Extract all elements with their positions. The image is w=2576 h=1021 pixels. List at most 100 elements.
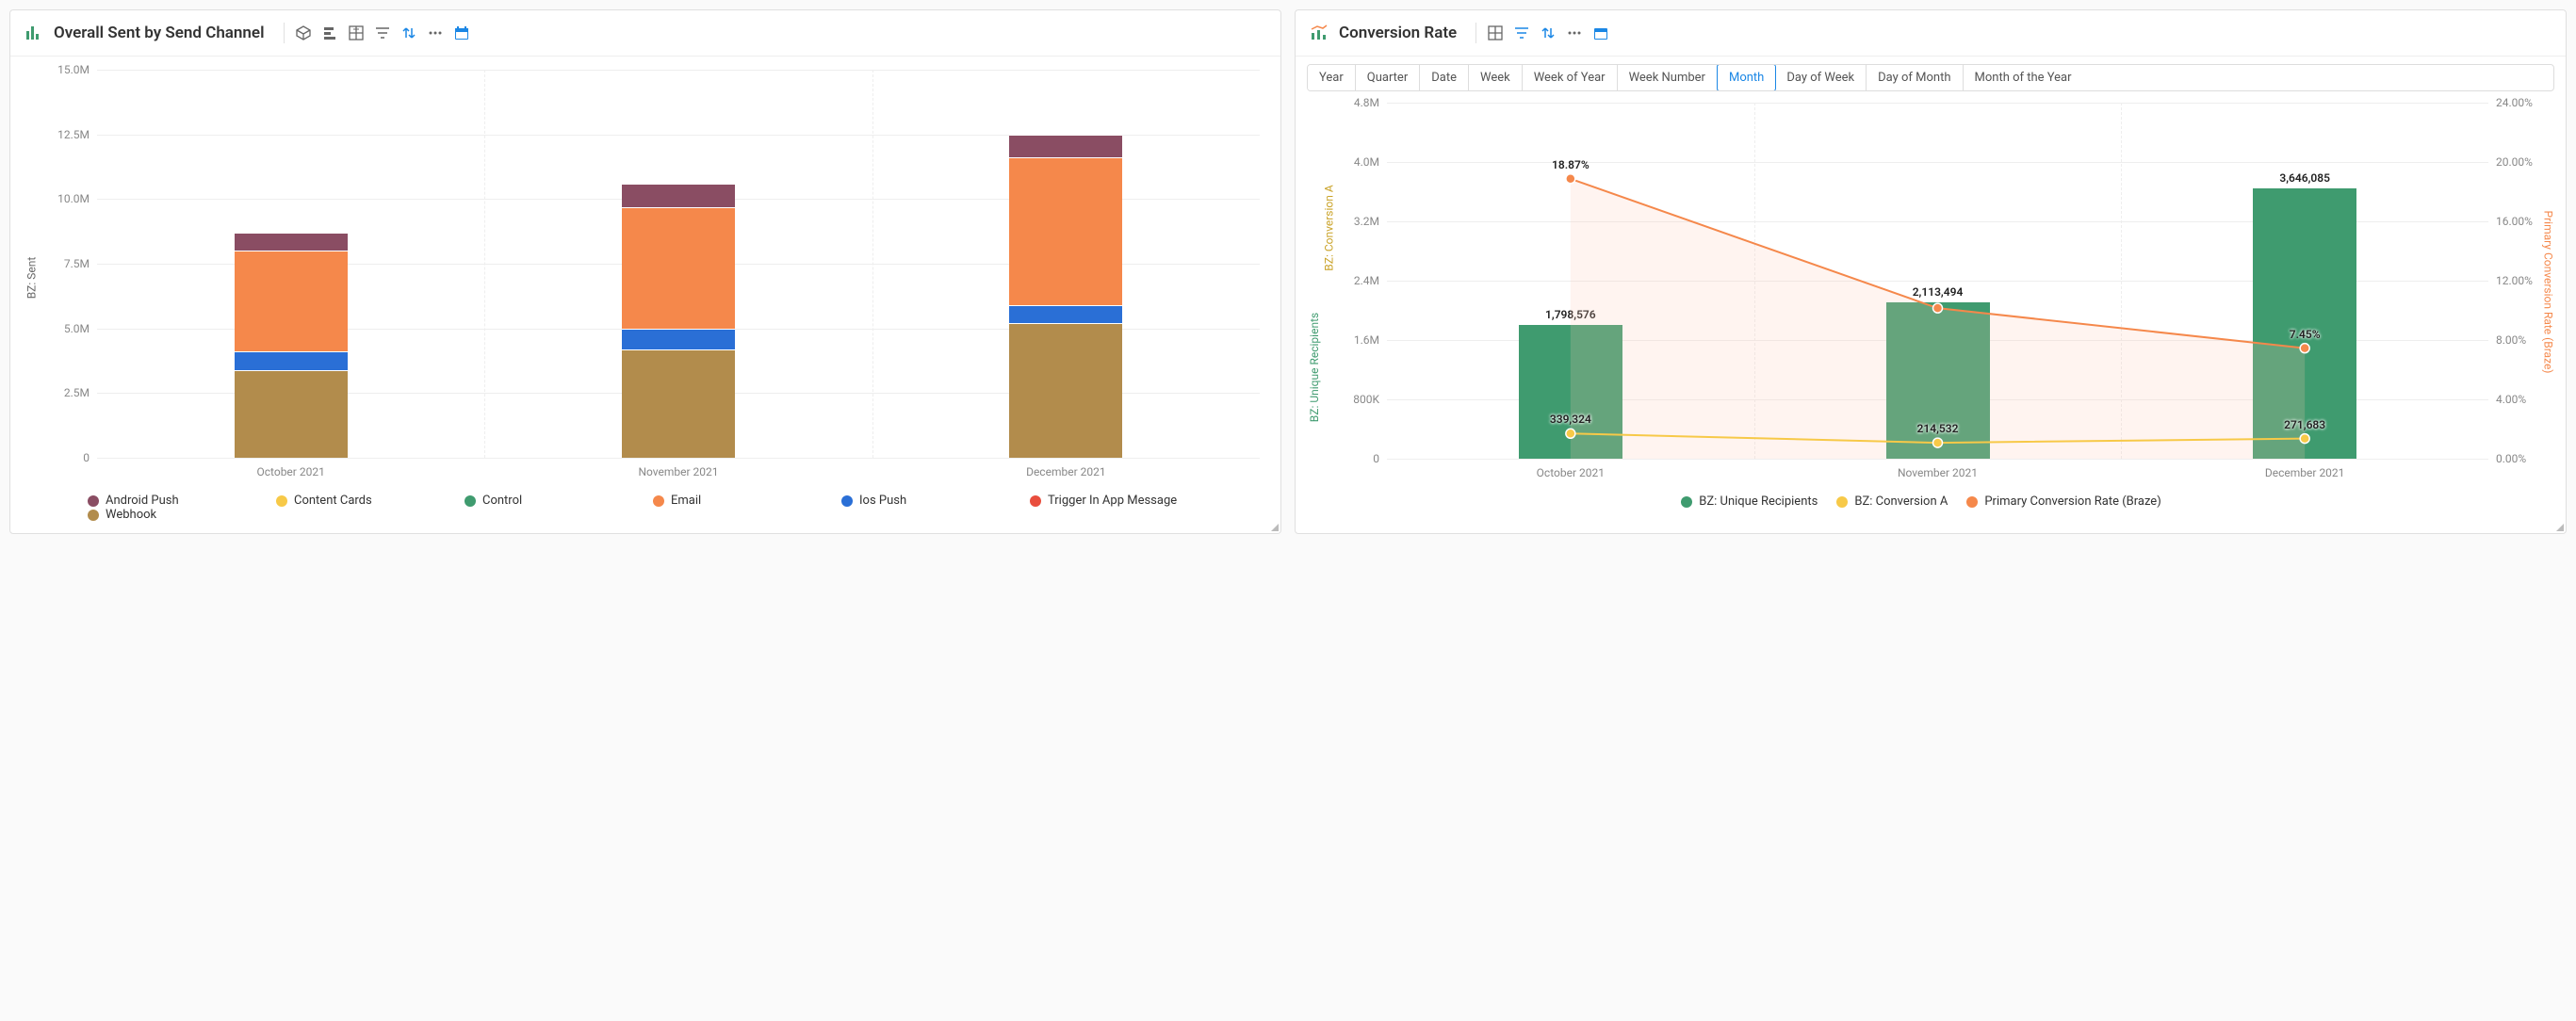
legend-swatch bbox=[88, 495, 99, 507]
y-tick-right: 4.00% bbox=[2496, 393, 2526, 406]
legend-swatch bbox=[1836, 496, 1848, 508]
resize-handle[interactable] bbox=[2556, 524, 2564, 531]
legend-item[interactable]: BZ: Unique Recipients bbox=[1681, 494, 1818, 509]
panel-conversion-rate: Conversion Rate YearQuarterDateWeekWeek … bbox=[1295, 9, 2567, 534]
x-tick: October 2021 bbox=[1537, 466, 1605, 479]
cube-icon[interactable] bbox=[290, 20, 317, 46]
bar-segment bbox=[622, 329, 735, 349]
sort-icon[interactable] bbox=[1535, 20, 1561, 46]
panel-toolbar bbox=[1470, 20, 1614, 46]
line-overlay bbox=[1387, 103, 2488, 459]
legend-item[interactable]: Android Push bbox=[88, 494, 257, 508]
y-tick: 2.5M bbox=[42, 386, 90, 399]
y-tick-right: 20.00% bbox=[2496, 155, 2533, 169]
y-tick-left: 1.6M bbox=[1332, 333, 1379, 347]
legend-label: BZ: Conversion A bbox=[1854, 494, 1948, 509]
time-grain-date[interactable]: Date bbox=[1420, 65, 1469, 90]
legend-swatch bbox=[465, 495, 476, 507]
time-grain-day-of-week[interactable]: Day of Week bbox=[1775, 65, 1867, 90]
tile-icon[interactable] bbox=[1482, 20, 1508, 46]
hbar-icon[interactable] bbox=[317, 20, 343, 46]
panel-body: YearQuarterDateWeekWeek of YearWeek Numb… bbox=[1296, 57, 2566, 520]
legend-label: Android Push bbox=[106, 494, 179, 508]
y-tick-right: 12.00% bbox=[2496, 274, 2533, 287]
legend-label: Content Cards bbox=[294, 494, 372, 508]
time-grain-week[interactable]: Week bbox=[1469, 65, 1523, 90]
legend-swatch bbox=[1030, 495, 1041, 507]
time-grain-week-of-year[interactable]: Week of Year bbox=[1523, 65, 1618, 90]
bar-segment bbox=[235, 251, 348, 351]
panel-title: Conversion Rate bbox=[1339, 24, 1457, 42]
y-tick: 5.0M bbox=[42, 322, 90, 335]
combo-chart-icon bbox=[1309, 23, 1329, 43]
more-icon[interactable] bbox=[1561, 20, 1588, 46]
rate-label: 7.45% bbox=[2290, 328, 2321, 341]
bar-segment bbox=[622, 207, 735, 329]
filter-icon[interactable] bbox=[369, 20, 396, 46]
x-tick: November 2021 bbox=[638, 465, 718, 478]
legend-item[interactable]: Trigger In App Message bbox=[1030, 494, 1199, 508]
y-tick-right: 0.00% bbox=[2496, 452, 2526, 465]
calendar-icon[interactable] bbox=[448, 20, 475, 46]
legend-item[interactable]: Webhook bbox=[88, 508, 257, 522]
toolbar-divider bbox=[284, 23, 285, 43]
legend-label: BZ: Unique Recipients bbox=[1699, 494, 1818, 509]
legend-item[interactable]: Email bbox=[653, 494, 823, 508]
y-tick: 10.0M bbox=[42, 192, 90, 205]
legend-item[interactable]: Content Cards bbox=[276, 494, 446, 508]
time-grain-month[interactable]: Month bbox=[1717, 64, 1776, 91]
bar-segment bbox=[1009, 305, 1122, 323]
y-tick: 12.5M bbox=[42, 128, 90, 141]
time-grain-week-number[interactable]: Week Number bbox=[1618, 65, 1718, 90]
y-tick-left: 0 bbox=[1332, 452, 1379, 465]
time-grain-year[interactable]: Year bbox=[1308, 65, 1356, 90]
more-icon[interactable] bbox=[422, 20, 448, 46]
time-grain-day-of-month[interactable]: Day of Month bbox=[1867, 65, 1963, 90]
y-axis-label-left-b: BZ: Conversion A bbox=[1323, 185, 1336, 270]
legend-label: Email bbox=[671, 494, 701, 508]
conv-label: 271,683 bbox=[2284, 418, 2325, 431]
legend-item[interactable]: Control bbox=[465, 494, 634, 508]
legend-label: Webhook bbox=[106, 508, 156, 522]
conv-label: 214,532 bbox=[1917, 422, 1959, 435]
chart-legend: Android Push Content Cards Control Email Ios… bbox=[22, 494, 1269, 522]
chart-legend: BZ: Unique Recipients BZ: Conversion A Pri… bbox=[1307, 494, 2554, 509]
resize-handle[interactable] bbox=[1271, 524, 1279, 531]
y-axis-label-left-a: BZ: Unique Recipients bbox=[1308, 313, 1321, 422]
chart-area: BZ: Unique Recipients BZ: Conversion A P… bbox=[1307, 97, 2554, 487]
y-tick-right: 24.00% bbox=[2496, 96, 2533, 109]
plot-region: 0800K1.6M2.4M3.2M4.0M4.8M0.00%4.00%8.00%… bbox=[1387, 103, 2488, 459]
conv-label: 339,324 bbox=[1550, 413, 1591, 426]
panel-body: BZ: Sent 02.5M5.0M7.5M10.0M12.5M15.0MOct… bbox=[10, 57, 1280, 533]
legend-item[interactable]: Ios Push bbox=[841, 494, 1011, 508]
y-tick-right: 16.00% bbox=[2496, 215, 2533, 228]
legend-label: Control bbox=[482, 494, 522, 508]
time-grain-selector: YearQuarterDateWeekWeek of YearWeek Numb… bbox=[1307, 64, 2554, 91]
time-grain-month-of-the-year[interactable]: Month of the Year bbox=[1964, 65, 2083, 90]
y-tick-left: 3.2M bbox=[1332, 215, 1379, 228]
x-tick: October 2021 bbox=[257, 465, 325, 478]
tile-icon[interactable] bbox=[343, 20, 369, 46]
x-tick: December 2021 bbox=[1026, 465, 1106, 478]
y-tick-left: 800K bbox=[1332, 393, 1379, 406]
chart-area: BZ: Sent 02.5M5.0M7.5M10.0M12.5M15.0MOct… bbox=[22, 64, 1269, 486]
panel-toolbar bbox=[278, 20, 475, 46]
filter-icon[interactable] bbox=[1508, 20, 1535, 46]
legend-swatch bbox=[88, 510, 99, 521]
sort-icon[interactable] bbox=[396, 20, 422, 46]
bar-segment bbox=[1009, 157, 1122, 305]
panel-header: Conversion Rate bbox=[1296, 10, 2566, 57]
legend-item[interactable]: BZ: Conversion A bbox=[1836, 494, 1948, 509]
legend-item[interactable]: Primary Conversion Rate (Braze) bbox=[1966, 494, 2160, 509]
y-axis-label: BZ: Sent bbox=[24, 257, 38, 300]
y-tick-left: 4.8M bbox=[1332, 96, 1379, 109]
y-tick: 7.5M bbox=[42, 257, 90, 270]
panel-overall-sent: Overall Sent by Send Channel BZ: Sent 02… bbox=[9, 9, 1281, 534]
y-tick-left: 2.4M bbox=[1332, 274, 1379, 287]
x-tick: November 2021 bbox=[1898, 466, 1978, 479]
time-grain-quarter[interactable]: Quarter bbox=[1356, 65, 1420, 90]
calendar-icon[interactable] bbox=[1588, 20, 1614, 46]
y-tick: 15.0M bbox=[42, 63, 90, 76]
y-tick-left: 4.0M bbox=[1332, 155, 1379, 169]
rate-label: 18.87% bbox=[1552, 158, 1590, 171]
